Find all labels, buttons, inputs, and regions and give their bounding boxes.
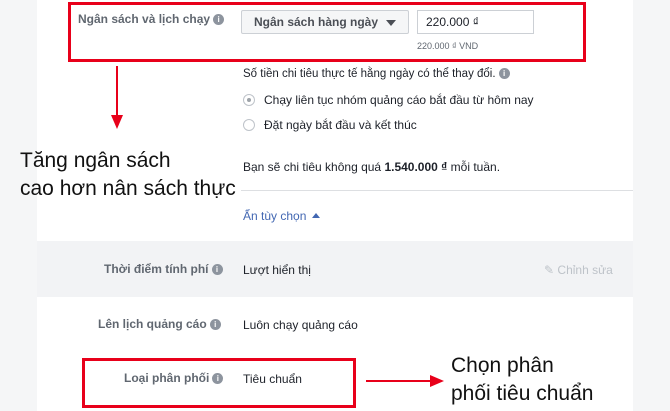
annotation-right-line1: Chọn phân: [451, 354, 554, 377]
annotation-arrows: [111, 66, 444, 387]
annotation-left-line1: Tăng ngân sách: [20, 149, 171, 172]
left-arrow-head: [430, 375, 444, 387]
annotation-right-line2: phối tiêu chuẩn: [451, 382, 594, 405]
down-arrow-head: [111, 115, 123, 129]
annotation-left-line2: cao hơn nân sách thực: [20, 177, 236, 200]
